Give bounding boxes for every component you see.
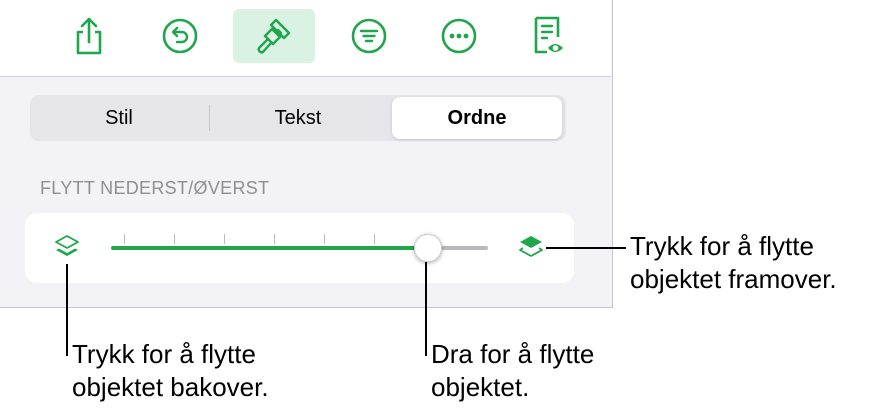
filter-icon [351,18,387,54]
callout-forward-line1: Trykk for å flytte [630,231,814,261]
send-backward-icon[interactable] [53,233,81,261]
tab-segmented-control: Stil Tekst Ordne [30,95,566,141]
callout-back-line2: objektet bakover. [72,372,269,402]
slider-tick [374,234,375,244]
callout-forward: Trykk for å flytte objektet framover. [630,230,837,296]
bring-forward-icon[interactable] [517,233,545,261]
slider-thumb[interactable] [414,234,442,262]
callout-line-back [66,264,68,356]
more-icon [441,18,477,54]
slider-tick [224,234,225,244]
callout-back: Trykk for å flytte objektet bakover. [72,338,269,404]
tab-stil[interactable]: Stil [34,97,204,139]
undo-button[interactable] [139,9,221,63]
tab-tekst[interactable]: Tekst [210,97,386,139]
callout-forward-line2: objektet framover. [630,264,837,294]
more-button[interactable] [418,9,500,63]
organize-button[interactable] [328,9,410,63]
format-button[interactable] [233,9,315,63]
slider-fill [111,246,428,250]
slider-tick [174,234,175,244]
slider-tick [274,234,275,244]
callout-drag: Dra for å flytte objektet. [431,338,594,404]
reader-view-icon [534,16,563,54]
section-title: FLYTT NEDERST/ØVERST [40,178,270,198]
share-button[interactable] [48,9,130,63]
slider-tick [324,234,325,244]
tab-ordne[interactable]: Ordne [392,97,562,139]
reader-view-button[interactable] [508,9,590,63]
callout-drag-line2: objektet. [431,372,530,402]
callout-line-forward [546,247,626,249]
undo-icon [162,18,198,54]
format-panel: Stil Tekst Ordne FLYTT NEDERST/ØVERST [0,0,613,308]
illustration: Stil Tekst Ordne FLYTT NEDERST/ØVERST Tr… [0,0,878,414]
slider-tick [124,234,125,244]
callout-back-line1: Trykk for å flytte [72,339,256,369]
toolbar [0,0,611,77]
share-icon [76,17,102,55]
paintbrush-icon [257,18,291,54]
layer-slider[interactable] [111,234,488,262]
callout-line-drag [425,262,427,356]
callout-drag-line1: Dra for å flytte [431,339,595,369]
